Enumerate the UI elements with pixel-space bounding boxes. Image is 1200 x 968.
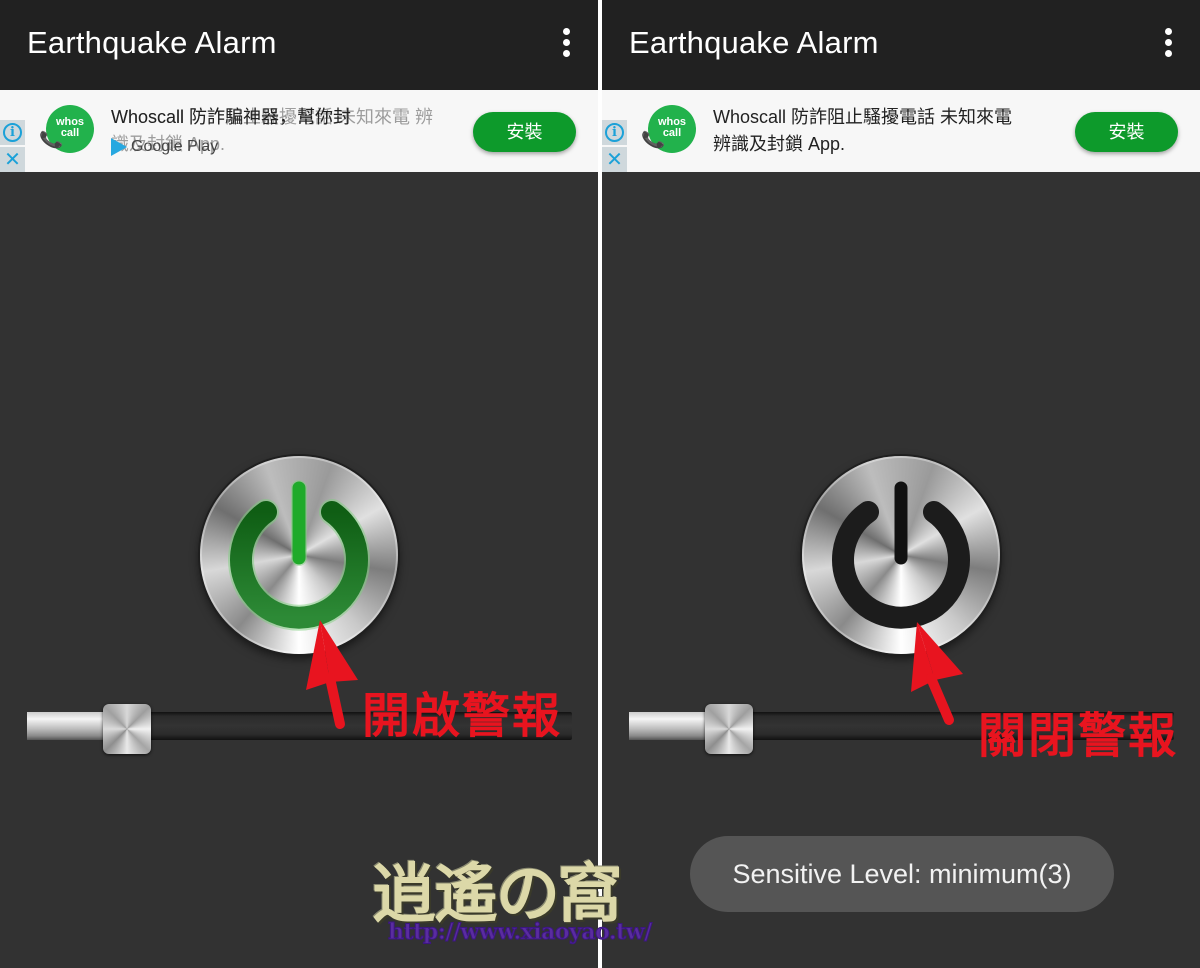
info-icon[interactable]: i xyxy=(602,120,627,145)
annotation-label: 開啟警報 xyxy=(362,688,563,744)
slider-thumb[interactable] xyxy=(705,704,753,754)
annotation-arrow xyxy=(911,622,963,725)
screen-alarm-off: Earthquake Alarm i ✕ whos call 📞 Whoscal… xyxy=(602,0,1200,968)
phone-icon: 📞 xyxy=(38,128,64,152)
sensitivity-toast: Sensitive Level: minimum(3) xyxy=(690,836,1114,912)
app-bar: Earthquake Alarm xyxy=(602,0,1200,90)
whoscall-logo: whos call 📞 xyxy=(38,105,94,153)
install-button[interactable]: 安裝 xyxy=(1075,112,1178,152)
screen-alarm-on: Earthquake Alarm i ✕ whos call 📞 Whoscal… xyxy=(0,0,598,968)
whoscall-logo: whos call 📞 xyxy=(640,105,696,153)
annotation-arrow xyxy=(306,620,358,729)
more-vert-icon[interactable] xyxy=(560,28,572,60)
ad-headline: Whoscall 防詐阻止騷擾電話 未知來電 辨識及封鎖 App. xyxy=(713,104,1053,158)
ad-headline: Whoscall 防詐騙神器，幫你封 xyxy=(111,107,352,127)
slider-fill xyxy=(629,712,715,740)
close-icon[interactable]: ✕ xyxy=(602,147,627,172)
ad-headline-line2: 辨識及封鎖 App. xyxy=(713,134,846,154)
slider-fill xyxy=(27,712,113,740)
annotation-label: 關閉警報 xyxy=(978,708,1179,764)
ad-banner[interactable]: i ✕ whos call 📞 Whoscall 防詐阻止騷擾電話 未知來電 辨… xyxy=(0,90,598,172)
app-title: Earthquake Alarm xyxy=(629,25,879,60)
google-play-icon xyxy=(111,138,127,156)
google-play-badge: Google Play xyxy=(111,138,218,156)
phone-icon: 📞 xyxy=(640,128,666,152)
info-icon[interactable]: i xyxy=(0,120,25,145)
ad-banner[interactable]: i ✕ whos call 📞 Whoscall 防詐阻止騷擾電話 未知來電 辨… xyxy=(602,90,1200,172)
ad-headline-line1: Whoscall 防詐阻止騷擾電話 未知來電 xyxy=(713,107,1013,127)
slider-thumb[interactable] xyxy=(103,704,151,754)
app-bar: Earthquake Alarm xyxy=(0,0,598,90)
store-label: Google Play xyxy=(131,138,219,155)
more-vert-icon[interactable] xyxy=(1162,28,1174,60)
close-icon[interactable]: ✕ xyxy=(0,147,25,172)
app-title: Earthquake Alarm xyxy=(27,25,277,60)
install-button[interactable]: 安裝 xyxy=(473,112,576,152)
